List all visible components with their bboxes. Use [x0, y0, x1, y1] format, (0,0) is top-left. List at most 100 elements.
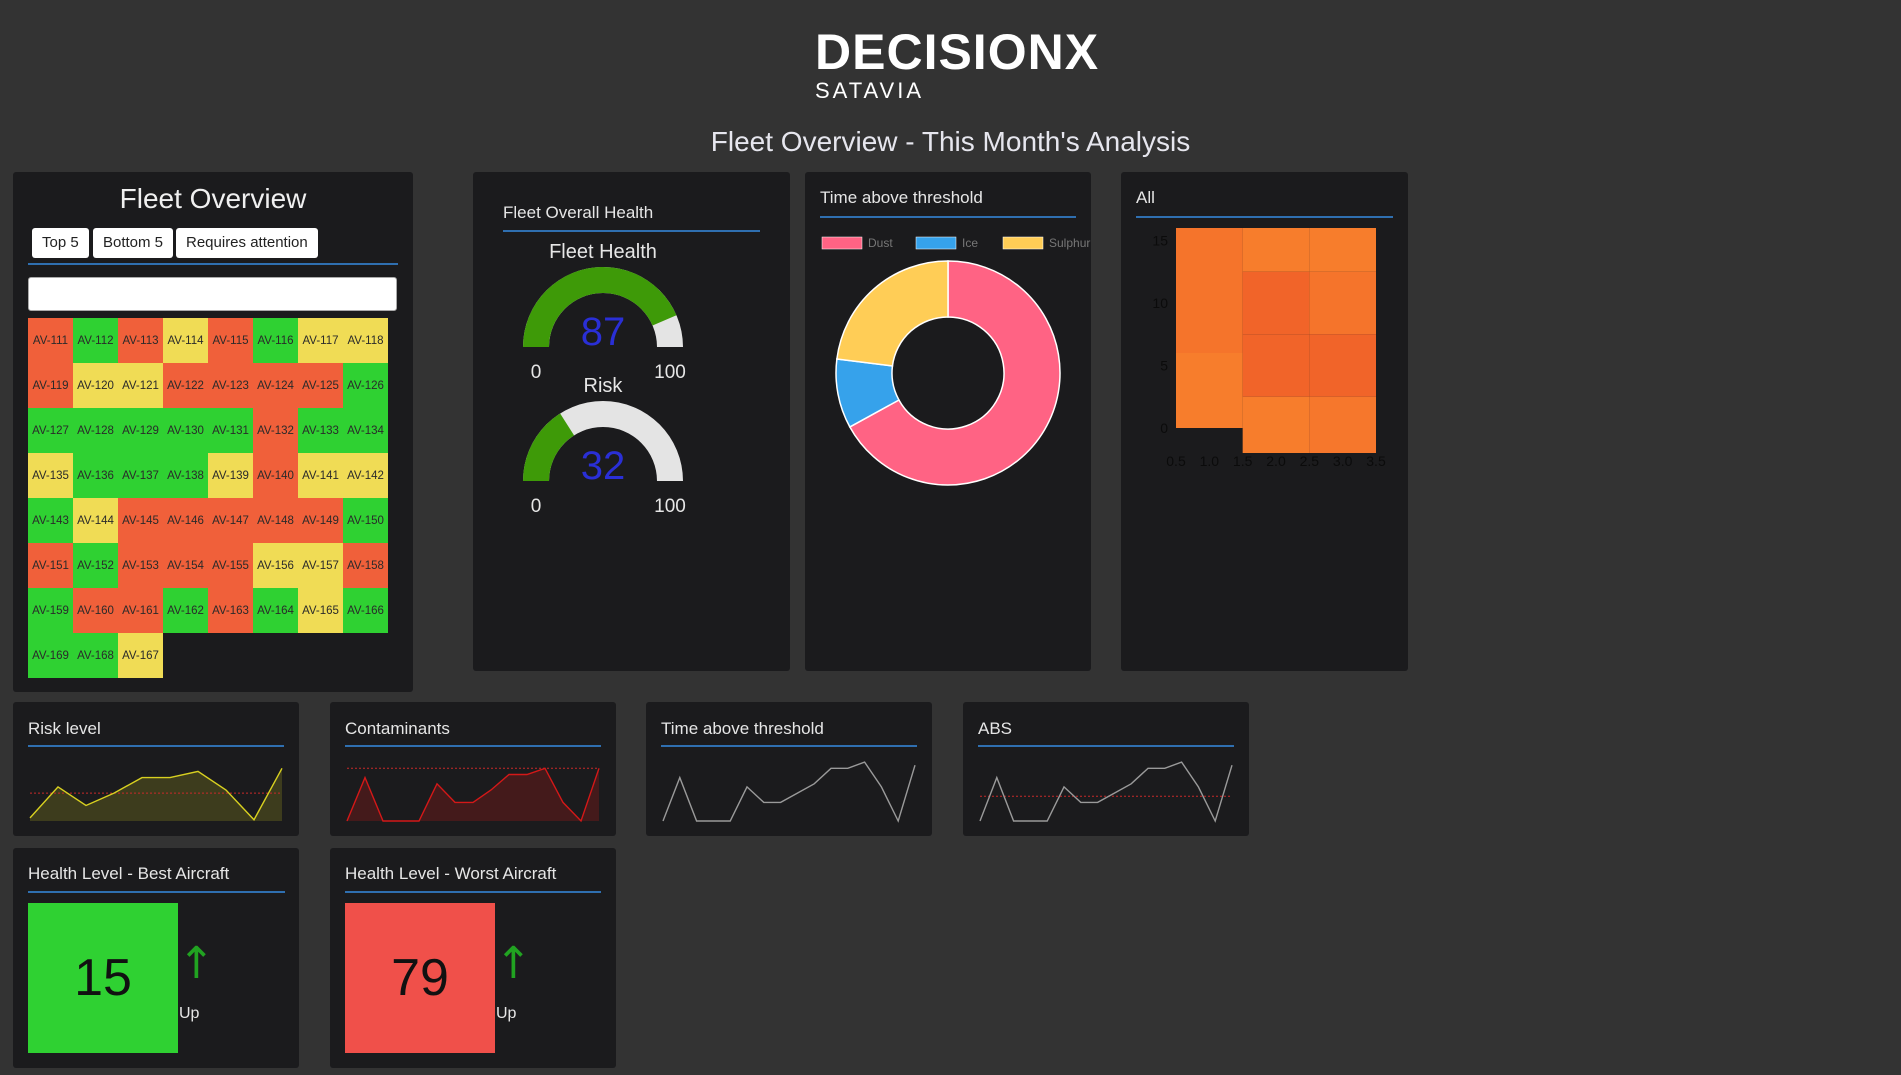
- aircraft-cell[interactable]: AV-168: [73, 633, 118, 678]
- aircraft-cell[interactable]: AV-131: [208, 408, 253, 453]
- time-above-threshold-donut-chart: Dust Ice Sulphur: [821, 236, 1090, 486]
- aircraft-cell[interactable]: AV-148: [253, 498, 298, 543]
- aircraft-cell[interactable]: AV-147: [208, 498, 253, 543]
- aircraft-cell[interactable]: AV-129: [118, 408, 163, 453]
- aircraft-cell[interactable]: AV-124: [253, 363, 298, 408]
- aircraft-cell[interactable]: AV-120: [73, 363, 118, 408]
- aircraft-cell[interactable]: AV-164: [253, 588, 298, 633]
- aircraft-cell[interactable]: AV-119: [28, 363, 73, 408]
- legend-label: Sulphur: [1049, 236, 1090, 250]
- aircraft-cell[interactable]: AV-157: [298, 543, 343, 588]
- heatmap-y-tick: 10: [1152, 295, 1168, 311]
- sparkline-title: Time above threshold: [661, 719, 824, 738]
- aircraft-cell[interactable]: AV-140: [253, 453, 298, 498]
- heatmap-cell: [1176, 353, 1243, 428]
- aircraft-cell[interactable]: AV-111: [28, 318, 73, 363]
- aircraft-cell[interactable]: AV-138: [163, 453, 208, 498]
- aircraft-cell[interactable]: AV-158: [343, 543, 388, 588]
- logo-text: DECISIONX: [815, 24, 1100, 80]
- aircraft-cell[interactable]: AV-165: [298, 588, 343, 633]
- aircraft-cell[interactable]: AV-127: [28, 408, 73, 453]
- aircraft-cell[interactable]: AV-156: [253, 543, 298, 588]
- heatmap-underline: [1136, 216, 1393, 218]
- aircraft-cell[interactable]: AV-136: [73, 453, 118, 498]
- heatmap-cell: [1242, 228, 1310, 272]
- aircraft-cell[interactable]: AV-166: [343, 588, 388, 633]
- aircraft-cell[interactable]: AV-121: [118, 363, 163, 408]
- legend-swatch: [821, 236, 863, 250]
- aircraft-cell[interactable]: AV-144: [73, 498, 118, 543]
- aircraft-cell[interactable]: AV-134: [343, 408, 388, 453]
- aircraft-cell[interactable]: AV-113: [118, 318, 163, 363]
- aircraft-cell[interactable]: AV-126: [343, 363, 388, 408]
- aircraft-cell[interactable]: AV-139: [208, 453, 253, 498]
- aircraft-cell[interactable]: AV-161: [118, 588, 163, 633]
- heatmap-y-tick: 5: [1160, 358, 1168, 374]
- aircraft-cell[interactable]: AV-146: [163, 498, 208, 543]
- aircraft-cell[interactable]: AV-130: [163, 408, 208, 453]
- aircraft-cell[interactable]: AV-167: [118, 633, 163, 678]
- health-worst-trend-arrow-icon: ↑: [495, 938, 532, 989]
- heatmap-cell: [1242, 396, 1310, 453]
- aircraft-cell[interactable]: AV-142: [343, 453, 388, 498]
- aircraft-cell[interactable]: AV-162: [163, 588, 208, 633]
- aircraft-cell[interactable]: AV-169: [28, 633, 73, 678]
- aircraft-cell[interactable]: AV-123: [208, 363, 253, 408]
- fleet-overview-title: Fleet Overview: [119, 183, 307, 214]
- heatmap-y-tick: 0: [1160, 420, 1168, 436]
- donut-panel-title: Time above threshold: [820, 188, 983, 207]
- aircraft-cell[interactable]: AV-135: [28, 453, 73, 498]
- risk-gauge: 32 0 100: [523, 401, 686, 514]
- heatmap-cell: [1309, 396, 1376, 453]
- aircraft-cell[interactable]: AV-154: [163, 543, 208, 588]
- aircraft-cell[interactable]: AV-133: [298, 408, 343, 453]
- legend-swatch: [1002, 236, 1044, 250]
- aircraft-cell[interactable]: AV-125: [298, 363, 343, 408]
- health-best-underline: [28, 891, 285, 893]
- aircraft-cell[interactable]: AV-141: [298, 453, 343, 498]
- aircraft-cell[interactable]: AV-128: [73, 408, 118, 453]
- aircraft-cell[interactable]: AV-112: [73, 318, 118, 363]
- gauge-max-label: 100: [654, 496, 686, 514]
- requires-attention-button[interactable]: Requires attention: [176, 228, 318, 258]
- aircraft-cell[interactable]: AV-143: [28, 498, 73, 543]
- legend-label: Ice: [962, 236, 978, 250]
- legend-swatch: [915, 236, 957, 250]
- donut-slice-sulphur[interactable]: [836, 260, 949, 367]
- aircraft-cell[interactable]: AV-118: [343, 318, 388, 363]
- sparkline-underline: [978, 745, 1234, 747]
- aircraft-cell[interactable]: AV-153: [118, 543, 163, 588]
- aircraft-cell[interactable]: AV-163: [208, 588, 253, 633]
- aircraft-cell[interactable]: AV-137: [118, 453, 163, 498]
- aircraft-cell[interactable]: AV-122: [163, 363, 208, 408]
- aircraft-search-input[interactable]: [28, 277, 397, 311]
- aircraft-cell[interactable]: AV-155: [208, 543, 253, 588]
- sparkline-title: Risk level: [28, 719, 101, 738]
- aircraft-cell[interactable]: AV-117: [298, 318, 343, 363]
- aircraft-cell[interactable]: AV-152: [73, 543, 118, 588]
- aircraft-cell[interactable]: AV-114: [163, 318, 208, 363]
- sparkline-underline: [345, 745, 601, 747]
- aircraft-cell[interactable]: AV-116: [253, 318, 298, 363]
- top-5-button[interactable]: Top 5: [32, 228, 89, 258]
- sparkline-title: ABS: [978, 719, 1013, 738]
- heatmap-cell: [1309, 334, 1376, 397]
- gauge-min-label: 0: [531, 496, 542, 514]
- heatmap-cell: [1309, 228, 1376, 272]
- aircraft-cell[interactable]: AV-115: [208, 318, 253, 363]
- heatmap-x-tick: 1.5: [1233, 453, 1253, 469]
- aircraft-cell[interactable]: AV-159: [28, 588, 73, 633]
- aircraft-cell[interactable]: AV-160: [73, 588, 118, 633]
- aircraft-cell[interactable]: AV-150: [343, 498, 388, 543]
- aircraft-cell[interactable]: AV-149: [298, 498, 343, 543]
- aircraft-cell[interactable]: AV-145: [118, 498, 163, 543]
- health-best-trend-text: Up: [179, 1005, 200, 1022]
- health-worst-underline: [345, 891, 601, 893]
- risk-gauge-label: Risk: [583, 375, 623, 397]
- fleet-health-gauge-label: Fleet Health: [549, 241, 657, 263]
- bottom-5-button[interactable]: Bottom 5: [93, 228, 174, 258]
- heatmap-cell: [1242, 271, 1310, 335]
- aircraft-cell[interactable]: AV-151: [28, 543, 73, 588]
- heatmap-x-tick: 1.0: [1200, 453, 1220, 469]
- aircraft-cell[interactable]: AV-132: [253, 408, 298, 453]
